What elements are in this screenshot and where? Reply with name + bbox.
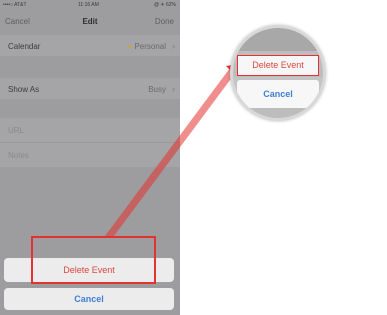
zoom-delete-event-button: Delete Event [237,55,319,76]
zoom-magnifier: Delete Event Cancel [230,25,326,121]
callout-arrow [105,63,245,236]
zoom-background-top [233,28,323,51]
zoom-cancel-button: Cancel [237,80,319,108]
callout-arrow-shape [105,68,236,236]
